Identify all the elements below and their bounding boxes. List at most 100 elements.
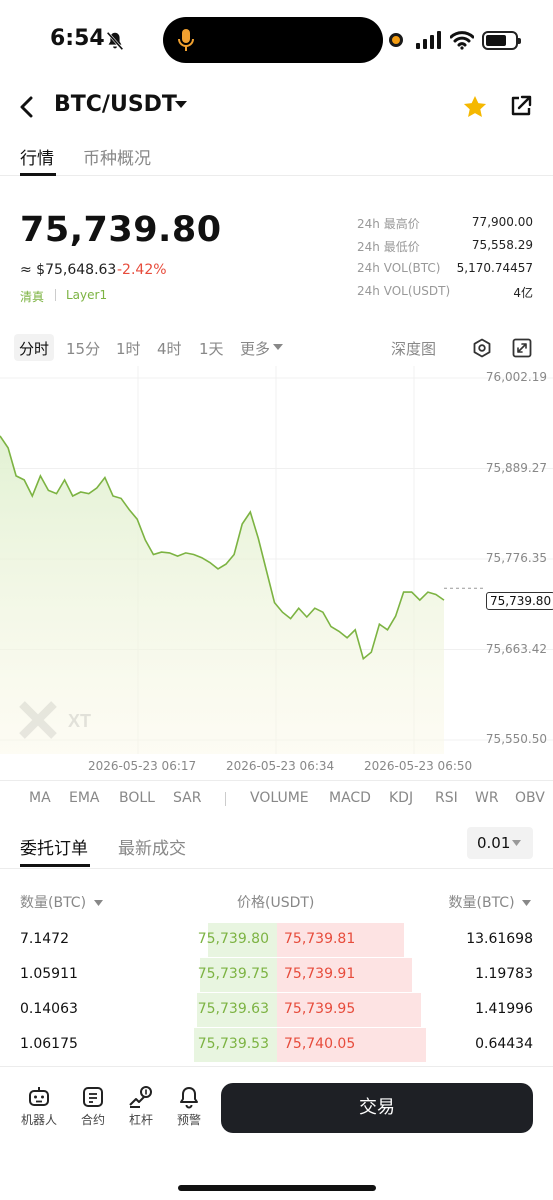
orderbook-row[interactable]: 7.1472 75,739.80 75,739.81 13.61698	[0, 923, 553, 957]
stat-vol-usdt-value: 4亿	[513, 286, 533, 300]
tag-divider	[55, 289, 56, 301]
stat-vol-btc-label: 24h VOL(BTC)	[357, 261, 441, 275]
timeframe-line[interactable]: 分时	[19, 338, 49, 359]
active-order-tab-indicator	[20, 864, 90, 867]
bid-qty-header[interactable]: 数量(BTC)	[20, 892, 103, 912]
bid-price[interactable]: 75,739.80	[198, 931, 269, 947]
ask-quantity: 0.64434	[475, 1036, 533, 1052]
price-area-chart[interactable]: XT	[0, 366, 553, 780]
tab-latest-trades[interactable]: 最新成交	[118, 834, 186, 859]
caret-down-icon	[522, 900, 531, 906]
watermark-text: XT	[68, 711, 91, 731]
orderbook-row[interactable]: 1.06175 75,739.53 75,740.05 0.64434	[0, 1028, 553, 1062]
contract-icon	[83, 1087, 103, 1107]
indicator-rsi[interactable]: RSI	[435, 790, 458, 806]
ask-qty-header[interactable]: 数量(BTC)	[449, 892, 531, 912]
orderbook-row[interactable]: 1.05911 75,739.75 75,739.91 1.19783	[0, 958, 553, 992]
price-usd-approx: ≈ $75,648.63	[20, 262, 117, 278]
favorite-star-icon[interactable]	[462, 94, 488, 120]
indicator-ema[interactable]: EMA	[69, 790, 100, 806]
hexagon-settings-icon[interactable]	[472, 338, 492, 358]
timeframe-4h[interactable]: 4时	[157, 338, 182, 359]
y-axis-label: 75,776.35	[485, 551, 547, 565]
bid-price[interactable]: 75,739.63	[198, 1001, 269, 1017]
tab-market[interactable]: 行情	[20, 144, 54, 169]
coin-tag-halal[interactable]: 清真	[20, 288, 44, 305]
fullscreen-icon[interactable]	[512, 338, 532, 358]
indicator-wr[interactable]: WR	[475, 790, 499, 806]
x-axis-label: 2026-05-23 06:50	[364, 759, 473, 773]
bid-quantity: 7.1472	[20, 931, 69, 947]
caret-down-icon[interactable]	[175, 101, 187, 109]
x-axis-label: 2026-05-23 06:34	[226, 759, 335, 773]
depth-chart-button[interactable]: 深度图	[391, 338, 436, 359]
nav-futures[interactable]: 合约	[73, 1085, 113, 1128]
ask-price[interactable]: 75,739.91	[284, 966, 355, 982]
indicator-volume[interactable]: VOLUME	[250, 790, 309, 806]
precision-value: 0.01	[477, 834, 511, 852]
bid-price[interactable]: 75,739.75	[198, 966, 269, 982]
wifi-icon	[450, 31, 474, 50]
stat-high-label: 24h 最高价	[357, 217, 420, 231]
ask-price[interactable]: 75,739.81	[284, 931, 355, 947]
timeframe-more[interactable]: 更多	[240, 338, 270, 359]
back-arrow-icon[interactable]	[18, 96, 36, 118]
battery-icon	[482, 31, 521, 50]
dynamic-island	[163, 17, 383, 63]
indicator-divider	[225, 792, 226, 806]
home-indicator[interactable]	[178, 1185, 376, 1191]
orderbook-row[interactable]: 0.14063 75,739.63 75,739.95 1.41996	[0, 993, 553, 1027]
trading-pair-title[interactable]: BTC/USDT	[54, 92, 177, 117]
share-icon[interactable]	[510, 95, 532, 117]
alarm-bell-icon	[180, 1087, 198, 1109]
y-axis-label: 75,550.50	[485, 732, 547, 746]
bid-quantity: 1.06175	[20, 1036, 78, 1052]
trade-button[interactable]: 交易	[221, 1083, 533, 1133]
indicator-obv[interactable]: OBV	[515, 790, 545, 806]
price-header: 价格(USDT)	[237, 895, 315, 911]
caret-down-icon[interactable]	[273, 344, 283, 350]
bid-price[interactable]: 75,739.53	[198, 1036, 269, 1052]
stat-vol-usdt-label: 24h VOL(USDT)	[357, 284, 451, 298]
page-tabs: 行情 币种概况	[0, 140, 553, 176]
nav-alert[interactable]: 预警	[169, 1085, 209, 1128]
y-axis-label: 76,002.19	[485, 370, 547, 384]
tab-coin-overview[interactable]: 币种概况	[83, 144, 151, 169]
bell-off-icon	[106, 31, 124, 51]
indicator-ma[interactable]: MA	[29, 790, 51, 806]
nav-bot[interactable]: 机器人	[19, 1085, 59, 1128]
current-price-tag: 75,739.80	[486, 592, 553, 610]
leverage-icon	[129, 1086, 152, 1108]
timeframe-15m[interactable]: 15分	[66, 338, 100, 359]
ask-price[interactable]: 75,739.95	[284, 1001, 355, 1017]
timeframe-1d[interactable]: 1天	[199, 338, 224, 359]
timeframe-1h[interactable]: 1时	[116, 338, 141, 359]
stat-low-value: 75,558.29	[471, 238, 533, 252]
precision-select[interactable]: 0.01	[467, 827, 533, 859]
caret-down-icon	[93, 900, 103, 906]
x-axis-label: 2026-05-23 06:17	[88, 759, 197, 773]
stat-low-label: 24h 最低价	[357, 240, 420, 254]
coin-tag-layer1[interactable]: Layer1	[66, 288, 107, 302]
y-axis-label: 75,889.27	[485, 460, 547, 475]
status-time: 6:54	[50, 26, 105, 51]
price-change-percent: -2.42%	[117, 262, 167, 278]
indicator-bar: MA EMA BOLL SAR VOLUME MACD KDJ RSI WR O…	[0, 780, 553, 814]
active-tab-indicator	[20, 173, 56, 176]
indicator-kdj[interactable]: KDJ	[389, 790, 413, 806]
ask-quantity: 1.41996	[475, 1001, 533, 1017]
ask-price[interactable]: 75,740.05	[284, 1036, 355, 1052]
tab-order-book[interactable]: 委托订单	[20, 834, 88, 859]
indicator-macd[interactable]: MACD	[329, 790, 371, 806]
bid-quantity: 1.05911	[20, 966, 78, 982]
y-axis-label: 75,663.42	[485, 641, 547, 656]
divider	[0, 868, 553, 869]
bottom-action-bar: 机器人 合约 杠杆 预警 交易	[0, 1066, 553, 1200]
nav-margin[interactable]: 杠杆	[121, 1085, 161, 1128]
indicator-sar[interactable]: SAR	[173, 790, 201, 806]
ask-quantity: 1.19783	[475, 966, 533, 982]
ask-quantity: 13.61698	[466, 931, 533, 947]
last-price: 75,739.80	[20, 210, 222, 250]
cellular-signal-icon	[416, 31, 441, 49]
indicator-boll[interactable]: BOLL	[119, 790, 155, 806]
